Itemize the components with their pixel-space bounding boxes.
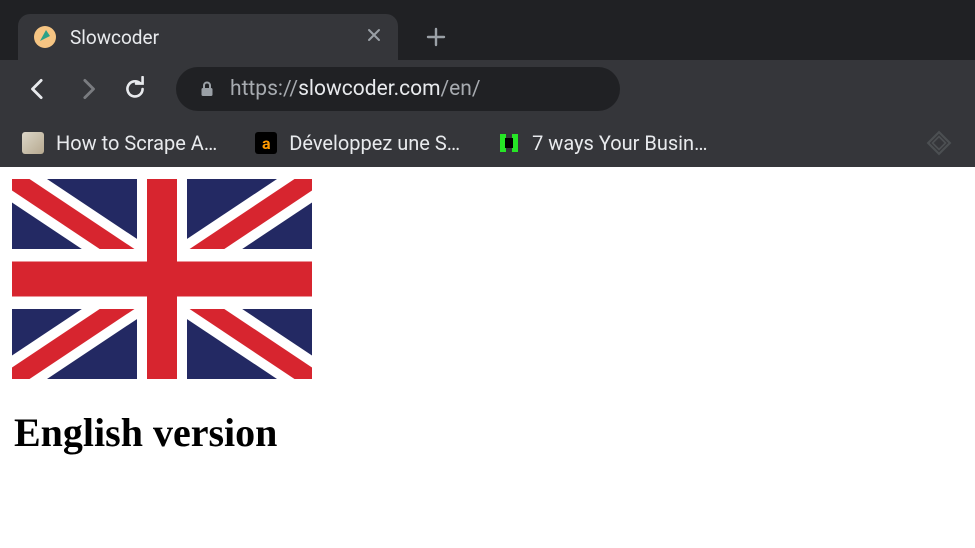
- tab-favicon: [34, 26, 56, 48]
- new-tab-button[interactable]: [426, 24, 446, 52]
- bookmark-item-2[interactable]: a Développez une S…: [255, 131, 460, 155]
- active-tab[interactable]: Slowcoder: [18, 14, 398, 60]
- uk-flag-image: [12, 179, 312, 379]
- bookmark-favicon: [22, 132, 44, 154]
- bookmark-item-3[interactable]: 7 ways Your Busin…: [498, 131, 707, 155]
- forward-button[interactable]: [70, 72, 104, 106]
- url-host: slowcoder.com: [298, 77, 440, 101]
- tab-strip: Slowcoder: [0, 0, 975, 60]
- back-button[interactable]: [22, 72, 56, 106]
- bookmark-label: How to Scrape A…: [56, 131, 217, 155]
- bookmark-item-1[interactable]: How to Scrape A…: [22, 131, 217, 155]
- browser-chrome: Slowcoder https://slowcoder.com/en/: [0, 0, 975, 167]
- address-bar[interactable]: https://slowcoder.com/en/: [176, 67, 620, 111]
- bookmark-favicon: a: [255, 132, 277, 154]
- bookmark-label: Développez une S…: [289, 131, 460, 155]
- bookmarks-overflow-icon[interactable]: [925, 129, 953, 157]
- toolbar: https://slowcoder.com/en/: [0, 60, 975, 118]
- url-text: https://slowcoder.com/en/: [230, 77, 481, 101]
- page-heading: English version: [14, 409, 963, 456]
- url-scheme: https://: [230, 77, 298, 101]
- lock-icon: [198, 80, 216, 98]
- reload-button[interactable]: [118, 72, 152, 106]
- bookmarks-bar: How to Scrape A… a Développez une S… 7 w…: [0, 118, 975, 167]
- close-tab-icon[interactable]: [366, 26, 382, 48]
- tab-title: Slowcoder: [70, 26, 350, 49]
- bookmark-favicon: [498, 132, 520, 154]
- page-content: English version: [0, 167, 975, 468]
- bookmark-label: 7 ways Your Busin…: [532, 131, 707, 155]
- url-path: /en/: [441, 77, 481, 101]
